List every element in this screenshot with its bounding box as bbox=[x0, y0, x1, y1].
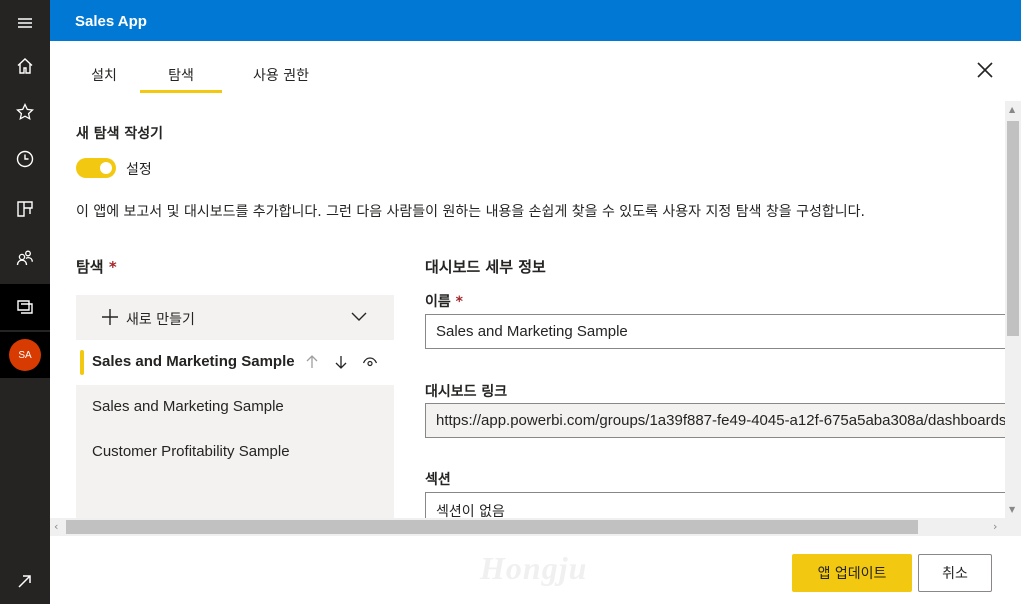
required-mark: * bbox=[108, 258, 117, 276]
dashboard-link-field[interactable]: https://app.powerbi.com/groups/1a39f887-… bbox=[425, 403, 1005, 438]
expand-arrow-icon[interactable] bbox=[0, 558, 50, 604]
nav-item[interactable]: Sales and Marketing Sample bbox=[76, 340, 394, 385]
app-header: Sales App bbox=[50, 0, 1021, 41]
eye-icon[interactable] bbox=[362, 354, 378, 370]
nav-item[interactable]: Customer Profitability Sample bbox=[76, 430, 394, 475]
details-heading: 대시보드 세부 정보 bbox=[425, 258, 546, 276]
horizontal-scrollbar[interactable]: ‹ › bbox=[50, 518, 1005, 536]
toggle-knob bbox=[100, 162, 112, 174]
scroll-right-icon[interactable]: › bbox=[993, 520, 997, 533]
navigation-heading: 탐색 * bbox=[76, 256, 117, 277]
nav-item[interactable]: Sales and Marketing Sample bbox=[76, 385, 394, 430]
home-icon[interactable] bbox=[0, 43, 50, 89]
clock-icon[interactable] bbox=[0, 136, 50, 182]
scroll-up-icon[interactable]: ▲ bbox=[1009, 105, 1015, 114]
hamburger-icon[interactable] bbox=[0, 0, 50, 46]
scroll-down-icon[interactable]: ▼ bbox=[1009, 505, 1015, 514]
required-mark: * bbox=[455, 294, 463, 310]
tab-setup[interactable]: 설치 bbox=[88, 65, 120, 93]
app-title: Sales App bbox=[75, 13, 147, 30]
new-item-label: 새로 만들기 bbox=[126, 312, 195, 328]
section-label: 섹션 bbox=[425, 472, 451, 488]
workspaces-icon[interactable] bbox=[0, 284, 50, 330]
move-up-icon[interactable] bbox=[304, 354, 320, 370]
link-label: 대시보드 링크 bbox=[425, 384, 508, 400]
footer: Hongju 앱 업데이트 취소 bbox=[50, 536, 1021, 604]
name-input[interactable]: Sales and Marketing Sample bbox=[425, 314, 1005, 349]
navigation-heading-text: 탐색 bbox=[76, 258, 104, 276]
selected-indicator bbox=[80, 350, 84, 375]
move-down-icon[interactable] bbox=[333, 354, 349, 370]
content-panel: 새 탐색 작성기 설정 이 앱에 보고서 및 대시보드를 추가합니다. 그런 다… bbox=[50, 101, 1005, 518]
vertical-scroll-thumb[interactable] bbox=[1007, 121, 1019, 336]
nav-item-label: Sales and Marketing Sample bbox=[92, 398, 284, 415]
avatar[interactable]: SA bbox=[0, 332, 50, 378]
new-item-button[interactable]: 새로 만들기 bbox=[76, 295, 394, 340]
builder-toggle[interactable] bbox=[76, 158, 116, 178]
navigation-pane: 새로 만들기 Sales and Marketing Sample Sales … bbox=[76, 295, 394, 518]
horizontal-scroll-thumb[interactable] bbox=[66, 520, 918, 534]
shared-icon[interactable] bbox=[0, 235, 50, 281]
scrollbar-corner bbox=[1005, 518, 1021, 536]
close-icon[interactable] bbox=[975, 60, 995, 80]
left-nav-rail: SA bbox=[0, 0, 50, 604]
update-app-button[interactable]: 앱 업데이트 bbox=[792, 554, 912, 592]
cancel-button[interactable]: 취소 bbox=[918, 554, 992, 592]
apps-icon[interactable] bbox=[0, 186, 50, 232]
name-label: 이름 * bbox=[425, 291, 463, 311]
tab-bar: 설치 탐색 사용 권한 bbox=[50, 41, 1021, 101]
builder-description: 이 앱에 보고서 및 대시보드를 추가합니다. 그런 다음 사람들이 원하는 내… bbox=[76, 204, 865, 220]
section-dropdown[interactable]: 섹션이 없음 bbox=[425, 492, 1005, 518]
tab-permissions[interactable]: 사용 권한 bbox=[246, 65, 316, 93]
avatar-initials: SA bbox=[9, 339, 41, 371]
chevron-down-icon[interactable] bbox=[350, 307, 368, 325]
tab-navigation[interactable]: 탐색 bbox=[140, 65, 222, 93]
watermark: Hongju bbox=[480, 550, 588, 586]
nav-item-label: Sales and Marketing Sample bbox=[92, 353, 295, 370]
nav-item-label: Customer Profitability Sample bbox=[92, 443, 290, 460]
name-label-text: 이름 bbox=[425, 294, 451, 310]
vertical-scrollbar[interactable]: ▲ ▼ bbox=[1005, 101, 1021, 518]
toggle-label: 설정 bbox=[126, 162, 152, 178]
builder-title: 새 탐색 작성기 bbox=[76, 126, 164, 142]
scroll-left-icon[interactable]: ‹ bbox=[54, 520, 58, 533]
star-icon[interactable] bbox=[0, 89, 50, 135]
plus-icon bbox=[102, 309, 118, 325]
